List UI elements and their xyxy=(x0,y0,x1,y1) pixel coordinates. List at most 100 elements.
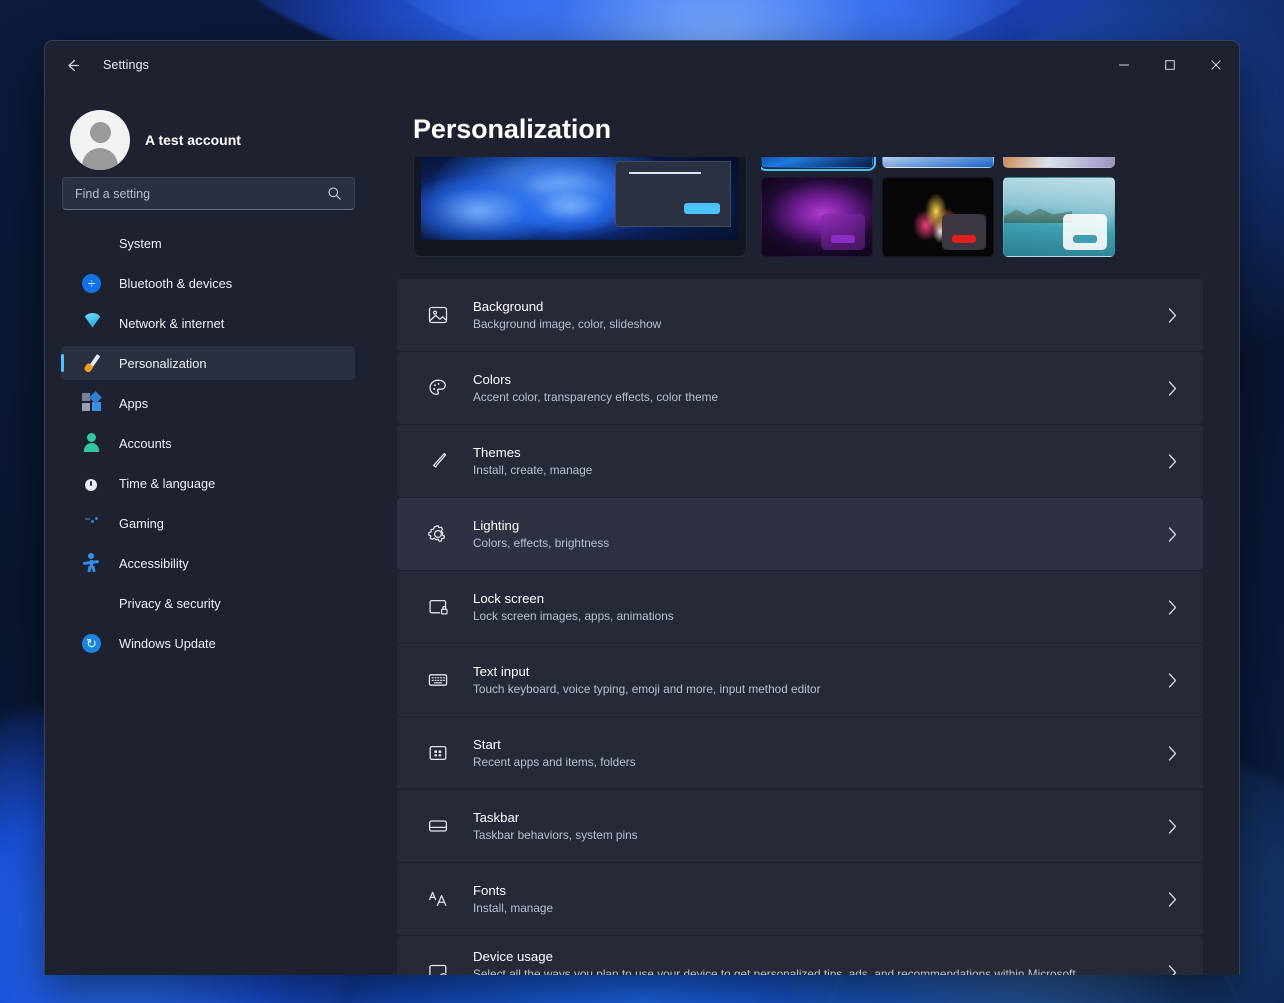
sidebar-item-label: Privacy & security xyxy=(119,596,221,611)
search-input[interactable] xyxy=(75,187,327,201)
sidebar-item-bluetooth-devices[interactable]: ÷ Bluetooth & devices xyxy=(61,266,355,300)
sidebar-item-apps[interactable]: Apps xyxy=(61,386,355,420)
setting-row-start[interactable]: Start Recent apps and items, folders xyxy=(397,717,1203,789)
maximize-icon xyxy=(1164,59,1176,71)
setting-row-taskbar[interactable]: Taskbar Taskbar behaviors, system pins xyxy=(397,790,1203,862)
sidebar-item-gaming[interactable]: Gaming xyxy=(61,506,355,540)
setting-title: Device usage xyxy=(473,949,1141,964)
sidebar-item-label: Bluetooth & devices xyxy=(119,276,232,291)
sidebar: A test account System xyxy=(45,89,371,975)
sidebar-item-privacy-security[interactable]: Privacy & security xyxy=(61,586,355,620)
sidebar-item-label: Windows Update xyxy=(119,636,216,651)
setting-title: Lighting xyxy=(473,518,1141,533)
person-icon xyxy=(82,433,103,454)
window-controls xyxy=(1101,41,1239,89)
setting-row-themes[interactable]: Themes Install, create, manage xyxy=(397,425,1203,497)
paintbrush-icon xyxy=(82,353,103,374)
sidebar-item-system[interactable]: System xyxy=(61,226,355,260)
chevron-right-icon xyxy=(1163,745,1181,762)
setting-subtitle: Lock screen images, apps, animations xyxy=(473,609,1141,623)
chevron-right-icon xyxy=(1163,380,1181,397)
title-bar: Settings xyxy=(45,41,1239,89)
taskbar-icon xyxy=(425,813,451,839)
sidebar-item-label: Network & internet xyxy=(119,316,224,331)
sidebar-item-label: Accessibility xyxy=(119,556,189,571)
setting-row-colors[interactable]: Colors Accent color, transparency effect… xyxy=(397,352,1203,424)
setting-subtitle: Touch keyboard, voice typing, emoji and … xyxy=(473,682,1141,696)
chevron-right-icon xyxy=(1163,599,1181,616)
theme-tile-windows-light-blue[interactable] xyxy=(761,157,873,168)
minimize-button[interactable] xyxy=(1101,41,1147,89)
device-usage-icon xyxy=(425,959,451,975)
sidebar-item-label: Accounts xyxy=(119,436,172,451)
sidebar-item-personalization[interactable]: Personalization xyxy=(61,346,355,380)
theme-grid xyxy=(761,157,1115,257)
main-content: Personalization xyxy=(371,89,1239,975)
sidebar-item-accounts[interactable]: Accounts xyxy=(61,426,355,460)
wifi-icon xyxy=(82,313,103,334)
setting-row-background[interactable]: Background Background image, color, slid… xyxy=(397,279,1203,351)
setting-row-lock-screen[interactable]: Lock screen Lock screen images, apps, an… xyxy=(397,571,1203,643)
scroll-area: Background Background image, color, slid… xyxy=(397,157,1203,975)
maximize-button[interactable] xyxy=(1147,41,1193,89)
setting-title: Themes xyxy=(473,445,1141,460)
account-row[interactable]: A test account xyxy=(61,89,355,173)
keyboard-icon xyxy=(425,667,451,693)
setting-row-text-input[interactable]: Text input Touch keyboard, voice typing,… xyxy=(397,644,1203,716)
theme-tile-purple-glow[interactable] xyxy=(761,177,873,257)
search-box[interactable] xyxy=(62,177,355,210)
setting-subtitle: Recent apps and items, folders xyxy=(473,755,1141,769)
theme-tile-flower-dark[interactable] xyxy=(882,177,994,257)
chevron-right-icon xyxy=(1163,307,1181,324)
sidebar-item-time-language[interactable]: Time & language xyxy=(61,466,355,500)
setting-title: Lock screen xyxy=(473,591,1141,606)
window-body: A test account System xyxy=(45,89,1239,975)
start-menu-icon xyxy=(425,740,451,766)
setting-title: Background xyxy=(473,299,1141,314)
sidebar-item-accessibility[interactable]: Accessibility xyxy=(61,546,355,580)
sidebar-nav: System ÷ Bluetooth & devices Network & i… xyxy=(61,226,355,660)
system-monitor-icon xyxy=(82,233,103,254)
theme-tile-sunset-stripe[interactable] xyxy=(1003,157,1115,168)
sidebar-item-windows-update[interactable]: ↻ Windows Update xyxy=(61,626,355,660)
back-button[interactable] xyxy=(55,50,89,80)
apps-grid-icon xyxy=(82,393,103,414)
setting-subtitle: Select all the ways you plan to use your… xyxy=(473,967,1141,975)
setting-subtitle: Background image, color, slideshow xyxy=(473,317,1141,331)
setting-title: Start xyxy=(473,737,1141,752)
settings-list: Background Background image, color, slid… xyxy=(397,279,1203,975)
picture-icon xyxy=(425,302,451,328)
brush-icon xyxy=(425,448,451,474)
sidebar-item-label: Time & language xyxy=(119,476,215,491)
setting-row-device-usage[interactable]: Device usage Select all the ways you pla… xyxy=(397,936,1203,975)
chevron-right-icon xyxy=(1163,526,1181,543)
clock-globe-icon xyxy=(82,473,103,494)
theme-preview-monitor xyxy=(413,157,747,257)
minimize-icon xyxy=(1118,59,1130,71)
gamepad-icon xyxy=(82,513,103,534)
setting-title: Colors xyxy=(473,372,1141,387)
theme-tile-lagoon-light[interactable] xyxy=(1003,177,1115,257)
user-avatar-icon xyxy=(70,110,130,170)
sidebar-item-label: System xyxy=(119,236,162,251)
palette-icon xyxy=(425,375,451,401)
bluetooth-icon: ÷ xyxy=(82,273,103,294)
chevron-right-icon xyxy=(1163,672,1181,689)
sidebar-item-label: Apps xyxy=(119,396,148,411)
setting-row-fonts[interactable]: Fonts Install, manage xyxy=(397,863,1203,935)
shield-icon xyxy=(82,593,103,614)
account-name: A test account xyxy=(145,132,241,148)
chevron-right-icon xyxy=(1163,891,1181,908)
monitor-screen xyxy=(421,157,739,240)
search-wrap xyxy=(61,173,355,210)
setting-subtitle: Install, manage xyxy=(473,901,1141,915)
close-button[interactable] xyxy=(1193,41,1239,89)
theme-tile-windows-light[interactable] xyxy=(882,157,994,168)
setting-title: Text input xyxy=(473,664,1141,679)
sidebar-item-label: Gaming xyxy=(119,516,164,531)
setting-subtitle: Install, create, manage xyxy=(473,463,1141,477)
preview-row xyxy=(397,157,1203,279)
accessibility-person-icon xyxy=(82,553,103,574)
sidebar-item-network-internet[interactable]: Network & internet xyxy=(61,306,355,340)
setting-row-lighting[interactable]: Lighting Colors, effects, brightness xyxy=(397,498,1203,570)
